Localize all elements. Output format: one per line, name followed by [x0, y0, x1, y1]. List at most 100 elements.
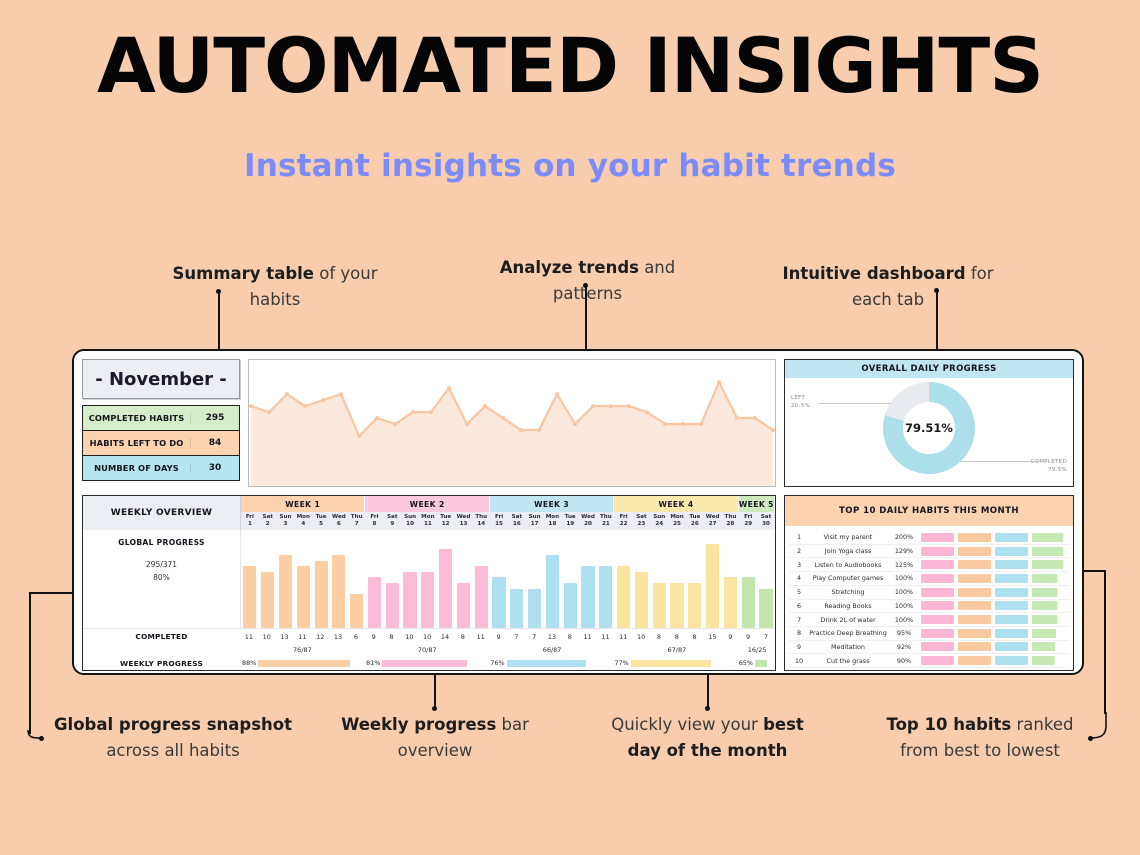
completed-count: 6 — [353, 632, 358, 641]
bar-column[interactable] — [259, 530, 277, 628]
bar-column[interactable] — [455, 530, 473, 628]
day-header: Fri 29 — [739, 512, 757, 530]
bar-column[interactable] — [348, 530, 366, 628]
table-row[interactable]: 10 Cut the grass 90% — [789, 654, 1069, 669]
bar-column[interactable] — [561, 530, 579, 628]
day-header: Sun 24 — [650, 512, 668, 530]
day-bar — [332, 554, 346, 628]
bar-column[interactable] — [544, 530, 562, 628]
day-name: Fri — [744, 514, 753, 521]
day-number: 3 — [283, 521, 288, 527]
summary-row-value: 84 — [190, 438, 239, 448]
week-fraction-values: 76/87 70/87 66/87 67/87 16/25 — [240, 644, 775, 656]
completed-count: 10 — [262, 632, 271, 641]
bar-column[interactable] — [401, 530, 419, 628]
callout-analyze-trends-rest: and — [638, 258, 676, 277]
donut-body: LEFT 20.5% COMPLETED 79.5% 79.51% — [785, 378, 1073, 484]
bar-column[interactable] — [722, 530, 740, 628]
day-header: Fri 15 — [490, 512, 508, 530]
habit-color-segment — [958, 642, 991, 652]
day-number: 27 — [708, 521, 717, 527]
bar-column[interactable] — [579, 530, 597, 628]
habit-bars — [921, 546, 1069, 556]
summary-table: COMPLETED HABITS 295 HABITS LEFT TO DO 84 NU… — [82, 405, 240, 481]
completed-count: 11 — [244, 632, 254, 641]
dashboard-bottom-row: WEEKLY OVERVIEW WEEK 1 WEEK 2 WEEK 3 WEEK 4… — [82, 495, 1074, 671]
table-row[interactable]: 6 Reading Books 100% — [789, 600, 1069, 614]
bar-column[interactable] — [757, 530, 775, 628]
callout-summary-table: Summary table of your habits — [170, 261, 380, 312]
bar-column[interactable] — [241, 530, 259, 628]
day-bar — [385, 583, 399, 628]
habit-rank: 10 — [794, 656, 804, 665]
day-name: Mon — [545, 514, 560, 521]
callout-analyze-trends-bold: Analyze trends — [499, 258, 639, 277]
bar-column[interactable] — [615, 530, 633, 628]
bar-column[interactable] — [277, 530, 295, 628]
bar-column[interactable] — [472, 530, 490, 628]
bar-column[interactable] — [633, 530, 651, 628]
day-header: Fri 8 — [366, 512, 384, 530]
day-header: Tue 12 — [437, 512, 455, 530]
global-progress-block: GLOBAL PROGRESS 295/371 80% — [83, 530, 241, 628]
day-number: 29 — [744, 521, 753, 527]
table-row[interactable]: 2 Join Yoga class 129% — [789, 545, 1069, 559]
bar-column[interactable] — [668, 530, 686, 628]
day-header: Wed 20 — [579, 512, 597, 530]
bar-column[interactable] — [490, 530, 508, 628]
bar-column[interactable] — [294, 530, 312, 628]
bar-column[interactable] — [419, 530, 437, 628]
day-header: Tue 19 — [561, 512, 579, 530]
callout-top10-line2: from best to lowest — [900, 740, 1060, 760]
bar-column[interactable] — [508, 530, 526, 628]
bar-column[interactable] — [686, 530, 704, 628]
donut-left-value: 20.5% — [791, 403, 810, 410]
bar-column[interactable] — [739, 530, 757, 628]
day-header: Wed 13 — [455, 512, 473, 530]
table-row[interactable]: 3 Listen to Audiobooks 125% — [789, 558, 1069, 573]
table-row[interactable]: 5 Stretching 100% — [789, 586, 1069, 600]
habit-rank: 7 — [796, 615, 802, 624]
table-row[interactable]: 1 Visit my parent 200% — [789, 531, 1069, 545]
day-bar — [670, 583, 684, 628]
day-bar — [741, 577, 755, 628]
table-row[interactable]: 4 Play Computer games 100% — [789, 572, 1069, 586]
bar-column[interactable] — [312, 530, 330, 628]
callout-weekly-progress-line2: overview — [397, 740, 473, 760]
bar-column[interactable] — [597, 530, 615, 628]
bar-column[interactable] — [526, 530, 544, 628]
bar-column[interactable] — [330, 530, 348, 628]
week-progress-cell: 65% — [737, 659, 775, 667]
leader-curve-global — [27, 730, 42, 739]
bar-column[interactable] — [383, 530, 401, 628]
summary-row-value: 30 — [190, 463, 239, 473]
weekly-overview-panel: WEEKLY OVERVIEW WEEK 1 WEEK 2 WEEK 3 WEEK 4… — [82, 495, 776, 671]
day-name: Wed — [581, 514, 595, 521]
trend-line-svg — [249, 379, 775, 486]
habit-rank: 4 — [796, 574, 802, 583]
table-row[interactable]: 7 Drink 2L of water 100% — [789, 613, 1069, 627]
habit-percent: 100% — [894, 615, 914, 624]
table-row[interactable]: 9 Meditation 92% — [789, 641, 1069, 655]
donut-chart[interactable]: 79.51% — [883, 382, 975, 474]
habit-color-segment — [995, 615, 1028, 625]
day-bar — [545, 554, 560, 628]
week-progress-cell: 88% — [240, 659, 364, 667]
habit-trend-chart[interactable] — [248, 359, 776, 487]
habit-percent: 129% — [894, 547, 914, 556]
bar-column[interactable] — [704, 530, 722, 628]
bar-column[interactable] — [650, 530, 668, 628]
day-bar — [243, 566, 257, 628]
weekly-bar-chart[interactable] — [241, 530, 775, 628]
table-row[interactable]: 8 Practice Deep Breathing 95% — [789, 627, 1069, 641]
completed-count: 10 — [423, 632, 432, 641]
completed-count: 11 — [298, 632, 307, 641]
day-bar — [403, 571, 417, 628]
callout-summary-table-rest: of your — [313, 264, 378, 283]
day-number: 7 — [354, 521, 359, 527]
day-name: Sun — [279, 514, 292, 521]
bar-column[interactable] — [437, 530, 455, 628]
month-selector[interactable]: - November - — [82, 359, 240, 399]
day-name: Wed — [705, 514, 720, 521]
bar-column[interactable] — [366, 530, 384, 628]
